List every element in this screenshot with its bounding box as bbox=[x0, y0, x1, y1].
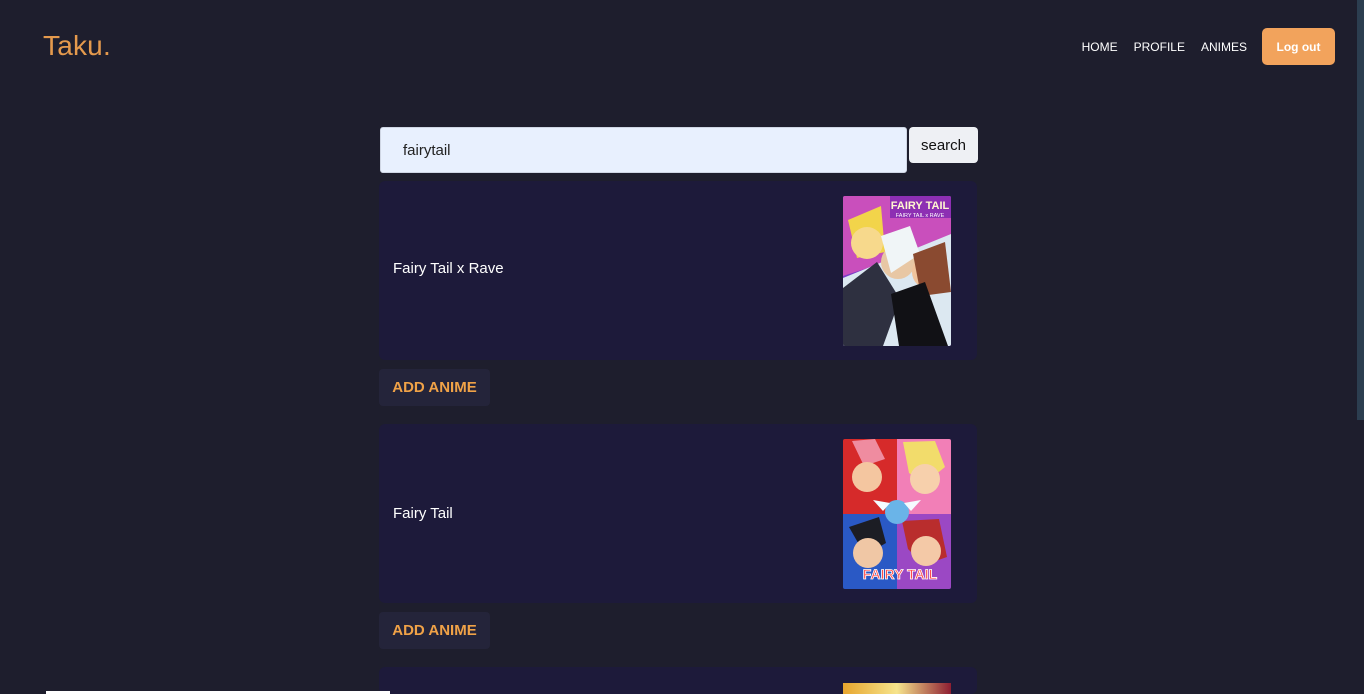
logout-button[interactable]: Log out bbox=[1262, 28, 1335, 65]
search-button[interactable]: search bbox=[909, 127, 978, 163]
fairy-tail-poster: FAIRY TAIL bbox=[843, 439, 951, 589]
search-area: search bbox=[380, 127, 980, 173]
add-anime-button[interactable]: ADD ANIME bbox=[379, 369, 490, 406]
anime-result-card: Fairy Tail x Rave FAIRY TAIL FAIRY TAIL … bbox=[379, 181, 977, 360]
poster-subtitle: FAIRY TAIL x RAVE bbox=[896, 213, 945, 219]
poster-title: FAIRY TAIL bbox=[863, 566, 938, 582]
fairy-tail-rave-poster: FAIRY TAIL FAIRY TAIL x RAVE bbox=[843, 196, 951, 346]
anime-title: Fairy Tail bbox=[393, 505, 453, 522]
anime-result-card: Fairy Tail FAIRY TAIL bbox=[379, 424, 977, 603]
anime-search-page: Taku. HOME PROFILE ANIMES Log out search… bbox=[0, 0, 1364, 694]
anime-title: Fairy Tail x Rave bbox=[393, 260, 504, 277]
nav-animes[interactable]: ANIMES bbox=[1201, 29, 1247, 65]
anime-search-input[interactable] bbox=[380, 127, 907, 173]
site-logo[interactable]: Taku. bbox=[43, 30, 111, 62]
vertical-scrollbar[interactable] bbox=[1356, 0, 1364, 694]
add-anime-button[interactable]: ADD ANIME bbox=[379, 612, 490, 649]
anime-poster-partial bbox=[843, 683, 951, 694]
nav-home[interactable]: HOME bbox=[1082, 29, 1118, 65]
scrollbar-thumb[interactable] bbox=[1357, 0, 1364, 420]
nav-profile[interactable]: PROFILE bbox=[1134, 29, 1185, 65]
top-navigation: HOME PROFILE ANIMES Log out bbox=[1066, 28, 1335, 65]
poster-title: FAIRY TAIL bbox=[891, 200, 950, 212]
